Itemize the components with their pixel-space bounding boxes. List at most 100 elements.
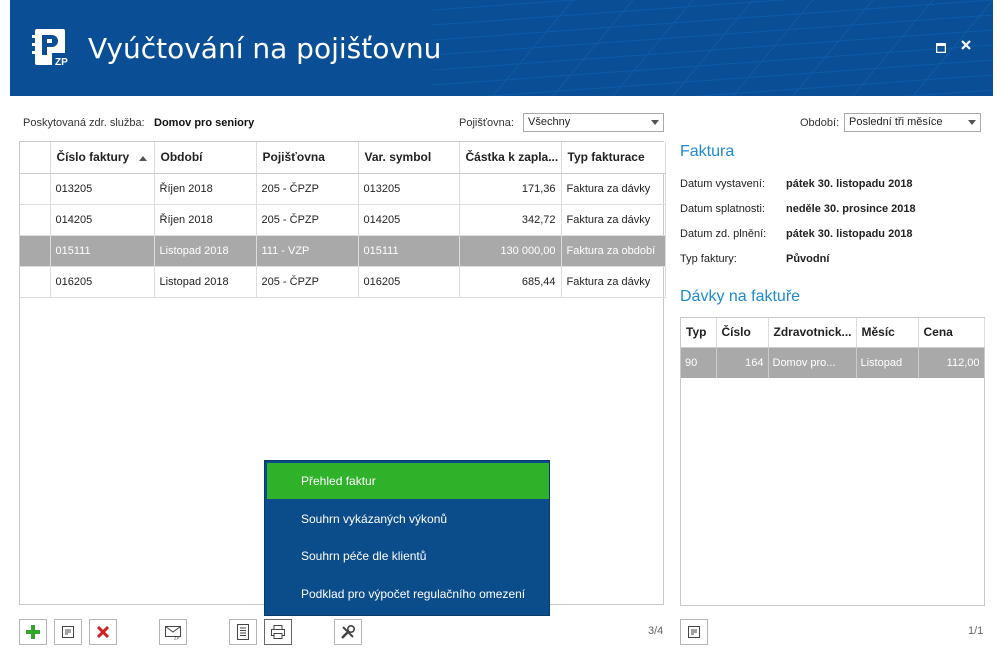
document-button[interactable]: [229, 619, 257, 645]
cell-batch-number: 164: [716, 347, 769, 378]
table-row[interactable]: 016205 Listopad 2018 205 - ČPZP 016205 6…: [20, 266, 666, 298]
cell-amount: 171,36: [459, 173, 562, 205]
mail-icon: ZP: [165, 626, 181, 641]
menu-item-regulation-basis[interactable]: Podklad pro výpočet regulačního omezení: [267, 576, 549, 612]
chevron-down-icon: [651, 120, 659, 125]
cell-insurer: 205 - ČPZP: [256, 204, 359, 236]
cell-billing-type: Faktura za období: [561, 235, 666, 267]
due-label: Datum splatnosti:: [680, 203, 765, 215]
close-icon[interactable]: [960, 38, 972, 54]
cell-period: Listopad 2018: [154, 235, 257, 267]
taxdate-row: Datum zd. plnění: pátek 30. listopadu 20…: [680, 228, 980, 242]
cell-insurer: 111 - VZP: [256, 235, 359, 267]
issued-label: Datum vystavení:: [680, 178, 765, 190]
invoice-type-label: Typ faktury:: [680, 253, 737, 265]
chevron-down-icon: [968, 120, 976, 125]
add-button[interactable]: [19, 619, 47, 645]
column-header-insurer[interactable]: Pojišťovna: [256, 142, 359, 174]
document-icon: [237, 624, 249, 640]
batches-table: Typ Číslo Zdravotnick... Měsíc Cena 90 1…: [681, 318, 985, 378]
taxdate-label: Datum zd. plnění:: [680, 228, 767, 240]
cell-period: Listopad 2018: [154, 266, 257, 298]
column-header-price[interactable]: Cena: [918, 318, 985, 348]
menu-item-care-by-client[interactable]: Souhrn péče dle klientů: [267, 538, 549, 574]
cell-facility: Domov pro...: [768, 347, 857, 378]
delete-icon: [96, 625, 110, 639]
batch-pager: 1/1: [968, 625, 984, 637]
svg-text:ZP: ZP: [174, 636, 180, 641]
app-header: ZP Vyúčtování na pojišťovnu: [10, 0, 993, 96]
column-header-amount[interactable]: Částka k zapla...: [459, 142, 562, 174]
cell-amount: 130 000,00: [459, 235, 562, 267]
column-header-period[interactable]: Období: [154, 142, 257, 174]
tools-icon: [341, 624, 356, 639]
column-header-month[interactable]: Měsíc: [856, 318, 919, 348]
due-value: neděle 30. prosince 2018: [786, 203, 916, 215]
cell-var-symbol: 015111: [358, 235, 460, 267]
plus-icon: [26, 625, 40, 639]
cell-amount: 685,44: [459, 266, 562, 298]
tools-button[interactable]: [334, 619, 362, 645]
invoice-pager: 3/4: [648, 625, 664, 637]
menu-item-invoice-overview[interactable]: Přehled faktur: [267, 463, 549, 499]
column-header-facility[interactable]: Zdravotnick...: [768, 318, 857, 348]
cell-var-symbol: 016205: [358, 266, 460, 298]
column-header-batch-number[interactable]: Číslo: [716, 318, 769, 348]
cell-type: 90: [681, 347, 717, 378]
edit-icon: [62, 626, 74, 638]
due-row: Datum splatnosti: neděle 30. prosince 20…: [680, 203, 980, 217]
send-to-insurer-button[interactable]: ZP: [159, 619, 187, 645]
invoice-header-row: Číslo faktury Období Pojišťovna Var. sym…: [20, 142, 666, 174]
cell-month: Listopad: [856, 347, 919, 378]
batches-grid: Typ Číslo Zdravotnick... Měsíc Cena 90 1…: [680, 317, 985, 606]
row-indicator[interactable]: [20, 173, 51, 205]
period-label: Období:: [800, 117, 840, 129]
issued-value: pátek 30. listopadu 2018: [786, 178, 913, 190]
insurer-select-value: Všechny: [528, 116, 571, 128]
row-indicator[interactable]: [20, 235, 51, 267]
row-indicator[interactable]: [20, 204, 51, 236]
column-header-type[interactable]: Typ: [681, 318, 717, 348]
app-logo-text: ZP: [55, 57, 68, 68]
cell-var-symbol: 013205: [358, 173, 460, 205]
column-header-number[interactable]: Číslo faktury: [50, 142, 155, 174]
table-row[interactable]: 013205 Říjen 2018 205 - ČPZP 013205 171,…: [20, 173, 666, 205]
cell-period: Říjen 2018: [154, 204, 257, 236]
edit-icon: [688, 626, 700, 638]
header-decoration: [433, 0, 993, 96]
report-menu: Přehled faktur Souhrn vykázaných výkonů …: [264, 460, 550, 616]
table-row-selected[interactable]: 015111 Listopad 2018 111 - VZP 015111 13…: [20, 235, 666, 267]
invoice-type-value: Původní: [786, 253, 830, 265]
table-row-selected[interactable]: 90 164 Domov pro... Listopad 112,00: [681, 347, 985, 378]
maximize-icon[interactable]: [935, 40, 947, 56]
printer-icon: [271, 625, 285, 639]
period-select[interactable]: Poslední tři měsíce: [844, 113, 981, 132]
cell-price: 112,00: [918, 347, 985, 378]
menu-item-performance-summary[interactable]: Souhrn vykázaných výkonů: [267, 501, 549, 537]
print-button[interactable]: [264, 619, 292, 645]
page-title: Vyúčtování na pojišťovnu: [88, 32, 442, 65]
column-header-var-symbol[interactable]: Var. symbol: [358, 142, 460, 174]
cell-var-symbol: 014205: [358, 204, 460, 236]
cell-period: Říjen 2018: [154, 173, 257, 205]
cell-number: 013205: [50, 173, 155, 205]
cell-insurer: 205 - ČPZP: [256, 266, 359, 298]
cell-billing-type: Faktura za dávky: [561, 173, 666, 205]
cell-number: 016205: [50, 266, 155, 298]
taxdate-value: pátek 30. listopadu 2018: [786, 228, 913, 240]
invoice-detail-title: Faktura: [680, 143, 735, 160]
period-select-value: Poslední tři měsíce: [849, 116, 943, 128]
table-row[interactable]: 014205 Říjen 2018 205 - ČPZP 014205 342,…: [20, 204, 666, 236]
column-header-billing-type[interactable]: Typ fakturace: [561, 142, 666, 174]
cell-amount: 342,72: [459, 204, 562, 236]
cell-number: 015111: [50, 235, 155, 267]
cell-billing-type: Faktura za dávky: [561, 266, 666, 298]
cell-number: 014205: [50, 204, 155, 236]
row-indicator[interactable]: [20, 266, 51, 298]
batch-edit-button[interactable]: [680, 619, 708, 645]
delete-button[interactable]: [89, 619, 117, 645]
insurer-label: Pojišťovna:: [459, 117, 514, 129]
service-value: Domov pro seniory: [154, 117, 255, 129]
insurer-select[interactable]: Všechny: [523, 113, 664, 132]
edit-button[interactable]: [54, 619, 82, 645]
